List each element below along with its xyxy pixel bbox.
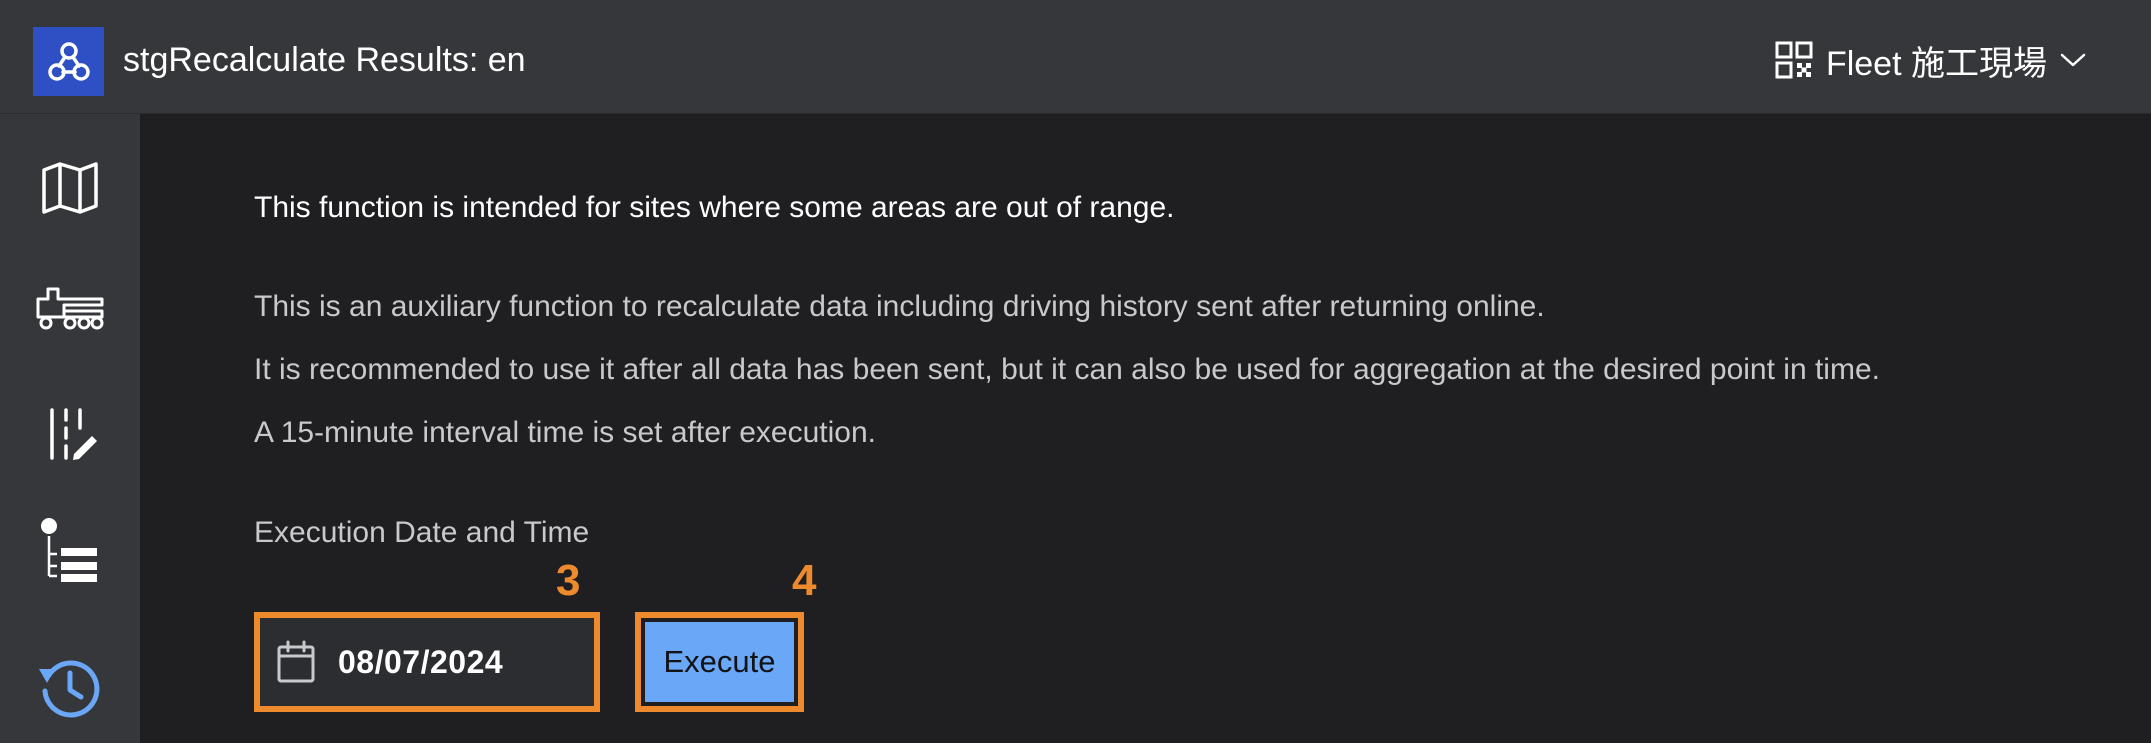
sidebar-item-history[interactable] — [30, 653, 110, 723]
execution-date-value: 08/07/2024 — [338, 643, 504, 680]
intro-heading: This function is intended for sites wher… — [254, 191, 1175, 224]
execute-button-highlight: Execute — [635, 612, 804, 712]
sidebar — [0, 114, 140, 743]
description-line-1: This is an auxiliary function to recalcu… — [254, 290, 1545, 323]
step-marker-3: 3 — [556, 556, 581, 605]
history-icon — [39, 660, 100, 718]
description-line-2: It is recommended to use it after all da… — [254, 353, 1880, 386]
sidebar-item-layout[interactable] — [30, 399, 110, 469]
sidebar-item-list[interactable] — [30, 516, 110, 586]
list-icon — [41, 518, 97, 582]
app-logo[interactable] — [33, 27, 104, 96]
execution-date-label: Execution Date and Time — [254, 516, 590, 549]
sidebar-item-vehicles[interactable] — [30, 272, 110, 342]
description-line-3: A 15-minute interval time is set after e… — [254, 416, 876, 449]
truck-icon — [36, 287, 104, 330]
map-icon — [42, 162, 98, 214]
app-logo-icon — [47, 41, 90, 81]
step-marker-4: 4 — [792, 556, 817, 605]
execute-button[interactable]: Execute — [645, 622, 794, 702]
calendar-icon — [277, 640, 315, 683]
layout-edit-icon — [50, 408, 97, 460]
sidebar-item-map[interactable] — [30, 153, 110, 223]
execution-date-input[interactable]: 08/07/2024 — [254, 612, 600, 712]
main-content: This function is intended for sites wher… — [254, 0, 2114, 743]
